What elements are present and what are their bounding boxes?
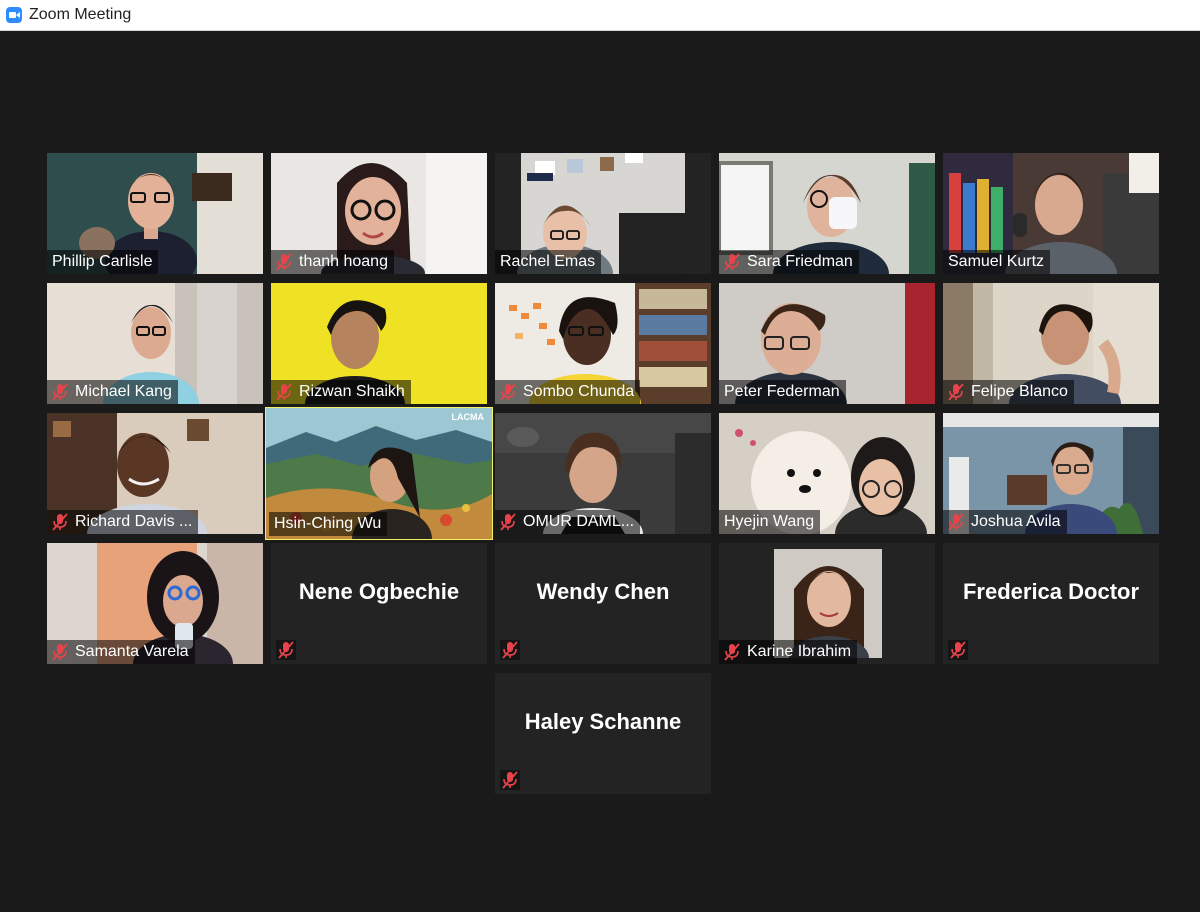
participant-name-label: Peter Federman (719, 380, 846, 404)
participant-name-label: Michael Kang (47, 380, 178, 404)
video-off-tile[interactable]: Haley Schanne (495, 673, 711, 794)
microphone-muted-icon (948, 383, 964, 401)
microphone-muted-icon (502, 641, 518, 659)
video-off-tile[interactable]: Karine Ibrahim (719, 543, 935, 664)
video-tile[interactable]: Sara Friedman (719, 153, 935, 274)
participant-name-label: Hsin-Ching Wu (269, 512, 388, 536)
video-tile[interactable]: Michael Kang (47, 283, 263, 404)
microphone-muted-icon (724, 253, 740, 271)
microphone-muted-indicator (500, 770, 520, 790)
video-tile[interactable]: Hyejin Wang (719, 413, 935, 534)
microphone-muted-icon (52, 643, 68, 661)
microphone-muted-icon (948, 513, 964, 531)
video-tile[interactable]: OMUR DAML... (495, 413, 711, 534)
virtual-background-watermark: LACMA (451, 412, 485, 422)
video-tile[interactable]: thanh hoang (271, 153, 487, 274)
window-titlebar: Zoom Meeting (0, 0, 1200, 31)
window-title: Zoom Meeting (29, 6, 132, 23)
microphone-muted-indicator (500, 640, 520, 660)
video-tile[interactable]: Rizwan Shaikh (271, 283, 487, 404)
participant-name-label: Phillip Carlisle (47, 250, 159, 274)
video-tile[interactable]: Peter Federman (719, 283, 935, 404)
participant-name-label: Hyejin Wang (719, 510, 821, 534)
participant-name-display: Haley Schanne (524, 709, 682, 734)
participant-name-label: Felipe Blanco (943, 380, 1074, 404)
participant-name-label: Samanta Varela (47, 640, 195, 664)
participant-name-display: Wendy Chen (536, 579, 670, 604)
participant-name-label: Sara Friedman (719, 250, 859, 274)
video-off-tile[interactable]: Nene Ogbechie (271, 543, 487, 664)
participant-name-label: Richard Davis ... (47, 510, 199, 534)
video-tile-active-speaker[interactable]: LACMA Hsin-Ching Wu (265, 407, 493, 540)
participant-name-label: OMUR DAML... (495, 510, 641, 534)
video-off-tile[interactable]: Wendy Chen (495, 543, 711, 664)
zoom-logo-icon (6, 7, 22, 23)
microphone-muted-icon (500, 383, 516, 401)
participant-name-label: Sombo Chunda (495, 380, 641, 404)
microphone-muted-icon (52, 513, 68, 531)
participant-name-label: Samuel Kurtz (943, 250, 1051, 274)
microphone-muted-icon (276, 383, 292, 401)
participant-name-display: Nene Ogbechie (298, 579, 460, 604)
participant-name-label: Joshua Avila (943, 510, 1067, 534)
microphone-muted-icon (276, 253, 292, 271)
video-tile[interactable]: Samanta Varela (47, 543, 263, 664)
video-off-tile[interactable]: Frederica Doctor (943, 543, 1159, 664)
participant-name-label: Rachel Emas (495, 250, 602, 274)
microphone-muted-indicator (948, 640, 968, 660)
participant-name-label: Karine Ibrahim (719, 640, 858, 664)
video-tile[interactable]: Felipe Blanco (943, 283, 1159, 404)
microphone-muted-icon (52, 383, 68, 401)
video-tile[interactable]: Sombo Chunda (495, 283, 711, 404)
microphone-muted-indicator (276, 640, 296, 660)
microphone-muted-icon (500, 513, 516, 531)
video-tile[interactable]: Samuel Kurtz (943, 153, 1159, 274)
microphone-muted-icon (724, 643, 740, 661)
video-tile[interactable]: Joshua Avila (943, 413, 1159, 534)
participant-name-label: thanh hoang (271, 250, 394, 274)
video-tile[interactable]: Phillip Carlisle (47, 153, 263, 274)
participant-name-display: Frederica Doctor (962, 579, 1140, 604)
video-tile[interactable]: Rachel Emas (495, 153, 711, 274)
microphone-muted-icon (950, 641, 966, 659)
video-tile[interactable]: Richard Davis ... (47, 413, 263, 534)
microphone-muted-icon (502, 771, 518, 789)
participant-name-label: Rizwan Shaikh (271, 380, 411, 404)
microphone-muted-icon (278, 641, 294, 659)
